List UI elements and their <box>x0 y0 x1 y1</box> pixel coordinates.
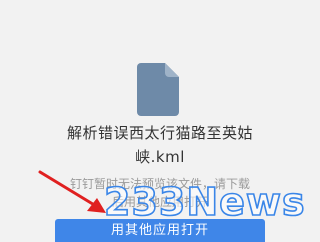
file-preview-screen: 解析错误西太行猫路至英姑 峡.kml 钉钉暂时无法预览该文件，请下载 后用其他应… <box>0 0 320 242</box>
document-icon <box>137 63 179 116</box>
open-with-other-app-label: 用其他应用打开 <box>110 223 209 238</box>
watermark-logo: 233News <box>103 179 306 225</box>
file-name: 解析错误西太行猫路至英姑 峡.kml <box>66 124 253 166</box>
